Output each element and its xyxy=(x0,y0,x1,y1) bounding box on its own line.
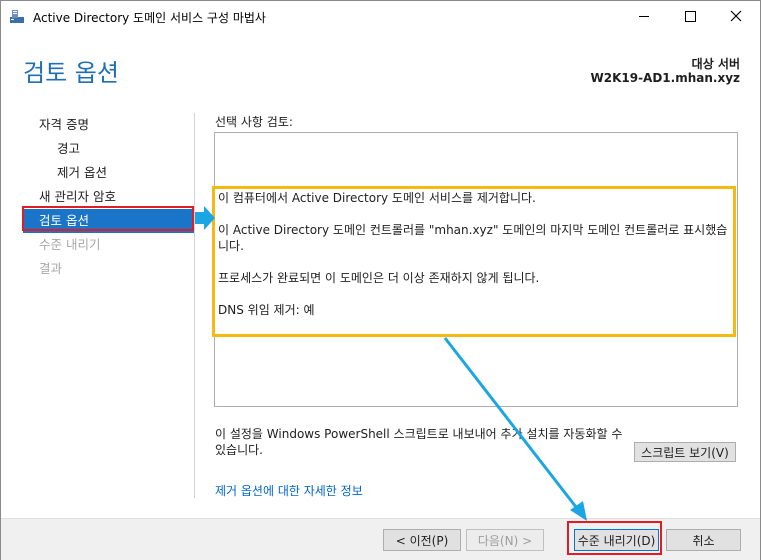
nav-item-results: 결과 xyxy=(39,261,63,276)
wizard-nav: 자격 증명 경고 제거 옵션 새 관리자 암호 검토 옵션 수준 내리기 결과 xyxy=(23,113,195,281)
next-button: 다음(N) > xyxy=(466,529,544,551)
minimize-icon[interactable] xyxy=(621,1,667,31)
server-manager-icon xyxy=(9,8,25,24)
window-title: Active Directory 도메인 서비스 구성 마법사 xyxy=(33,11,266,25)
demote-button-highlight-box xyxy=(567,521,662,555)
removal-options-help-link[interactable]: 제거 옵션에 대한 자세한 정보 xyxy=(215,482,363,499)
nav-item-credentials[interactable]: 자격 증명 xyxy=(23,113,195,137)
page-title: 검토 옵션 xyxy=(23,59,119,87)
close-icon[interactable] xyxy=(713,1,759,31)
powershell-export-text: 이 설정을 Windows PowerShell 스크립트로 내보내어 추가 설… xyxy=(215,427,623,457)
wizard-window: Active Directory 도메인 서비스 구성 마법사 검토 옵션 대상… xyxy=(0,0,761,560)
nav-divider xyxy=(194,113,195,498)
nav-item-demotion: 수준 내리기 xyxy=(39,237,101,252)
nav-item-removal-options[interactable]: 제거 옵션 xyxy=(23,161,195,185)
target-server-name: W2K19-AD1.mhan.xyz xyxy=(590,71,740,85)
maximize-icon[interactable] xyxy=(667,1,713,31)
selected-nav-highlight-box xyxy=(22,206,194,231)
nav-item-warnings[interactable]: 경고 xyxy=(23,137,195,161)
title-bar: Active Directory 도메인 서비스 구성 마법사 xyxy=(1,1,760,31)
cancel-button[interactable]: 취소 xyxy=(666,529,741,551)
previous-button[interactable]: < 이전(P) xyxy=(383,529,461,551)
view-script-button[interactable]: 스크립트 보기(V) xyxy=(634,442,736,462)
review-label: 선택 사항 검토: xyxy=(215,115,293,129)
review-highlight-box xyxy=(212,186,736,337)
target-server-label: 대상 서버 xyxy=(691,57,740,71)
